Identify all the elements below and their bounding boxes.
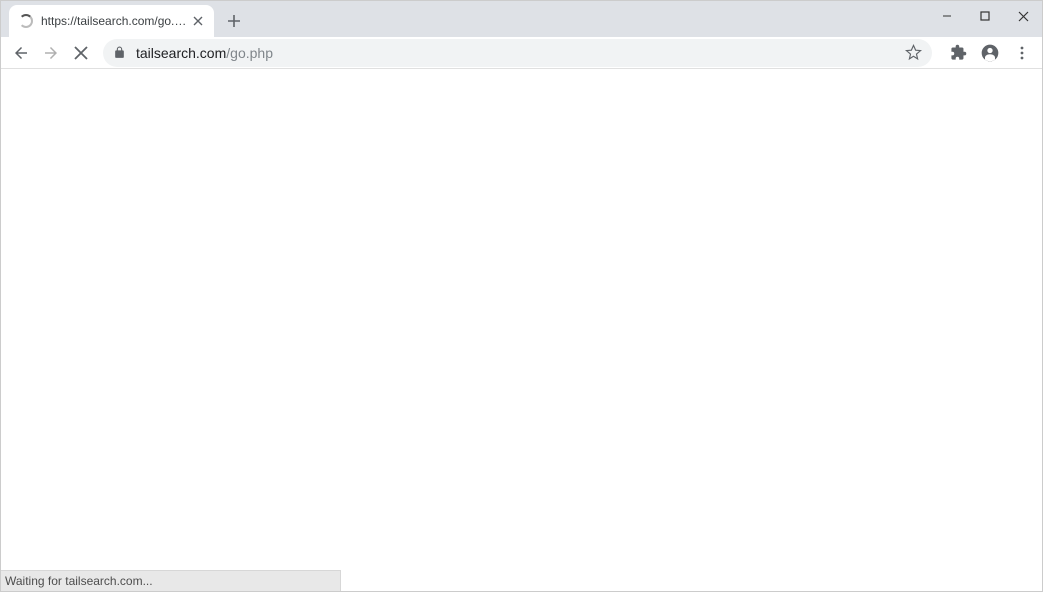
- bookmark-star-icon[interactable]: [905, 44, 922, 61]
- extensions-icon[interactable]: [944, 39, 972, 67]
- close-window-button[interactable]: [1004, 1, 1042, 31]
- status-bar: Waiting for tailsearch.com...: [1, 570, 341, 591]
- url-domain: tailsearch.com: [136, 45, 226, 61]
- stop-reload-button[interactable]: [67, 39, 95, 67]
- titlebar: https://tailsearch.com/go.php: [1, 1, 1042, 37]
- browser-tab[interactable]: https://tailsearch.com/go.php: [9, 5, 214, 37]
- tab-title: https://tailsearch.com/go.php: [41, 14, 190, 28]
- maximize-button[interactable]: [966, 1, 1004, 31]
- forward-button[interactable]: [37, 39, 65, 67]
- minimize-button[interactable]: [928, 1, 966, 31]
- address-bar[interactable]: tailsearch.com/go.php: [103, 39, 932, 67]
- close-tab-button[interactable]: [190, 13, 206, 29]
- url-text: tailsearch.com/go.php: [136, 45, 897, 61]
- loading-spinner-icon: [19, 14, 33, 28]
- back-button[interactable]: [7, 39, 35, 67]
- page-content: [1, 69, 1042, 591]
- lock-icon: [113, 46, 126, 59]
- menu-icon[interactable]: [1008, 39, 1036, 67]
- url-path: /go.php: [226, 45, 273, 61]
- window-controls: [928, 1, 1042, 31]
- new-tab-button[interactable]: [220, 7, 248, 35]
- profile-icon[interactable]: [976, 39, 1004, 67]
- status-text: Waiting for tailsearch.com...: [5, 574, 153, 588]
- toolbar: tailsearch.com/go.php: [1, 37, 1042, 69]
- toolbar-right: [944, 39, 1036, 67]
